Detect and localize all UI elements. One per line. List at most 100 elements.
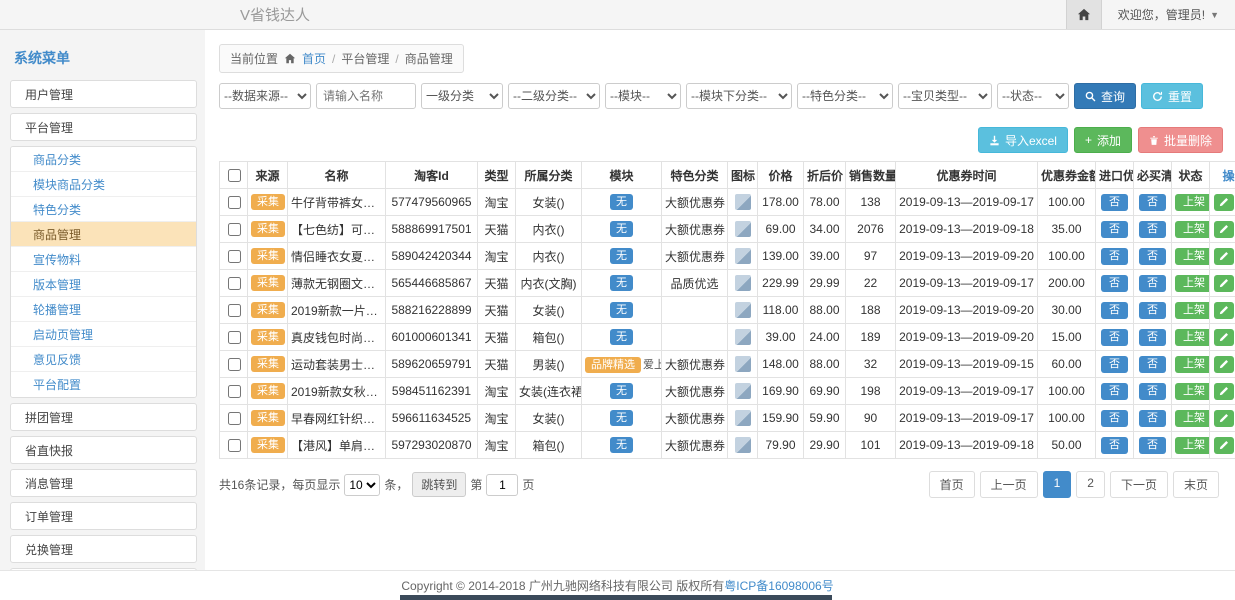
page-button[interactable]: 2 — [1076, 471, 1105, 498]
edit-button[interactable] — [1214, 356, 1234, 373]
sidebar-item-user-mgmt[interactable]: 用户管理 — [10, 80, 197, 108]
feature-category: 大额优惠券 — [662, 189, 728, 216]
row-checkbox[interactable] — [228, 412, 241, 425]
product-category: 女装() — [516, 297, 582, 324]
taoke-id: 596611634525 — [386, 405, 478, 432]
sidebar-subitem[interactable]: 版本管理 — [11, 272, 196, 297]
reset-button[interactable]: 重置 — [1141, 83, 1203, 109]
must-buy-toggle[interactable]: 否 — [1139, 329, 1166, 346]
module-badge: 品牌精选 — [585, 357, 641, 373]
page-button[interactable]: 末页 — [1173, 471, 1219, 498]
status-button[interactable]: 上架 — [1175, 383, 1210, 400]
batch-delete-button[interactable]: 批量删除 — [1138, 127, 1223, 153]
import-pick-toggle[interactable]: 否 — [1101, 356, 1128, 373]
must-buy-toggle[interactable]: 否 — [1139, 356, 1166, 373]
sidebar-item-2[interactable]: 消息管理 — [10, 469, 197, 497]
row-checkbox[interactable] — [228, 358, 241, 371]
page-button[interactable]: 上一页 — [980, 471, 1038, 498]
must-buy-toggle[interactable]: 否 — [1139, 302, 1166, 319]
page-button[interactable]: 下一页 — [1110, 471, 1168, 498]
page-number-input[interactable] — [486, 474, 518, 496]
row-checkbox[interactable] — [228, 304, 241, 317]
select-all-checkbox[interactable] — [228, 169, 241, 182]
status-button[interactable]: 上架 — [1175, 221, 1210, 238]
per-page-select[interactable]: 10 — [344, 474, 380, 496]
import-pick-toggle[interactable]: 否 — [1101, 221, 1128, 238]
price: 69.00 — [758, 216, 804, 243]
sidebar-subitem[interactable]: 模块商品分类 — [11, 172, 196, 197]
edit-button[interactable] — [1214, 302, 1234, 319]
must-buy-toggle[interactable]: 否 — [1139, 221, 1166, 238]
sidebar-subitem[interactable]: 启动页管理 — [11, 322, 196, 347]
import-pick-toggle[interactable]: 否 — [1101, 410, 1128, 427]
import-pick-toggle[interactable]: 否 — [1101, 302, 1128, 319]
edit-button[interactable] — [1214, 329, 1234, 346]
status-button[interactable]: 上架 — [1175, 329, 1210, 346]
sidebar-subitem[interactable]: 商品分类 — [11, 147, 196, 172]
filter-feature-category[interactable]: --特色分类-- — [797, 83, 893, 109]
sidebar-item-1[interactable]: 省直快报 — [10, 436, 197, 464]
status-button[interactable]: 上架 — [1175, 275, 1210, 292]
status-button[interactable]: 上架 — [1175, 302, 1210, 319]
must-buy-toggle[interactable]: 否 — [1139, 437, 1166, 454]
icp-link[interactable]: 粤ICP备16098006号 — [724, 577, 833, 594]
import-pick-toggle[interactable]: 否 — [1101, 383, 1128, 400]
breadcrumb-home-link[interactable]: 首页 — [302, 50, 326, 67]
page-button[interactable]: 1 — [1043, 471, 1072, 498]
sidebar-item-0[interactable]: 拼团管理 — [10, 403, 197, 431]
add-button[interactable]: + 添加 — [1074, 127, 1132, 153]
filter-module[interactable]: --模块-- — [605, 83, 681, 109]
must-buy-toggle[interactable]: 否 — [1139, 275, 1166, 292]
sidebar-item-3[interactable]: 订单管理 — [10, 502, 197, 530]
sidebar-subitem[interactable]: 轮播管理 — [11, 297, 196, 322]
row-checkbox[interactable] — [228, 277, 241, 290]
status-button[interactable]: 上架 — [1175, 410, 1210, 427]
sidebar-item-4[interactable]: 兑换管理 — [10, 535, 197, 563]
name-search-input[interactable] — [316, 83, 416, 109]
must-buy-toggle[interactable]: 否 — [1139, 194, 1166, 211]
home-button[interactable] — [1066, 0, 1102, 29]
row-checkbox[interactable] — [228, 439, 241, 452]
status-button[interactable]: 上架 — [1175, 437, 1210, 454]
search-button[interactable]: 查询 — [1074, 83, 1136, 109]
edit-button[interactable] — [1214, 221, 1234, 238]
status-button[interactable]: 上架 — [1175, 248, 1210, 265]
sidebar-subitem[interactable]: 商品管理 — [11, 222, 196, 247]
import-excel-button[interactable]: 导入excel — [978, 127, 1068, 153]
import-pick-toggle[interactable]: 否 — [1101, 329, 1128, 346]
import-pick-toggle[interactable]: 否 — [1101, 437, 1128, 454]
must-buy-toggle[interactable]: 否 — [1139, 410, 1166, 427]
sidebar-subitem[interactable]: 平台配置 — [11, 372, 196, 397]
row-checkbox[interactable] — [228, 223, 241, 236]
import-pick-toggle[interactable]: 否 — [1101, 248, 1128, 265]
filter-item-type[interactable]: --宝贝类型-- — [898, 83, 992, 109]
status-button[interactable]: 上架 — [1175, 194, 1210, 211]
filter-level2-category[interactable]: --二级分类-- — [508, 83, 600, 109]
edit-button[interactable] — [1214, 275, 1234, 292]
import-pick-toggle[interactable]: 否 — [1101, 275, 1128, 292]
jump-button[interactable]: 跳转到 — [412, 472, 466, 497]
row-checkbox[interactable] — [228, 331, 241, 344]
row-checkbox[interactable] — [228, 385, 241, 398]
user-menu[interactable]: 欢迎您，管理员! ▼ — [1102, 6, 1235, 23]
edit-button[interactable] — [1214, 437, 1234, 454]
must-buy-toggle[interactable]: 否 — [1139, 383, 1166, 400]
status-button[interactable]: 上架 — [1175, 356, 1210, 373]
row-checkbox[interactable] — [228, 250, 241, 263]
must-buy-toggle[interactable]: 否 — [1139, 248, 1166, 265]
page-button[interactable]: 首页 — [929, 471, 975, 498]
sidebar-subitem[interactable]: 宣传物料 — [11, 247, 196, 272]
sidebar-item-platform-mgmt[interactable]: 平台管理 — [10, 113, 197, 141]
filter-module-subcategory[interactable]: --模块下分类-- — [686, 83, 792, 109]
filter-data-source[interactable]: --数据来源-- — [219, 83, 311, 109]
edit-button[interactable] — [1214, 410, 1234, 427]
sidebar-subitem[interactable]: 意见反馈 — [11, 347, 196, 372]
sidebar-subitem[interactable]: 特色分类 — [11, 197, 196, 222]
edit-button[interactable] — [1214, 248, 1234, 265]
edit-button[interactable] — [1214, 194, 1234, 211]
import-pick-toggle[interactable]: 否 — [1101, 194, 1128, 211]
filter-level1-category[interactable]: 一级分类 — [421, 83, 503, 109]
filter-status[interactable]: --状态-- — [997, 83, 1069, 109]
row-checkbox[interactable] — [228, 196, 241, 209]
edit-button[interactable] — [1214, 383, 1234, 400]
